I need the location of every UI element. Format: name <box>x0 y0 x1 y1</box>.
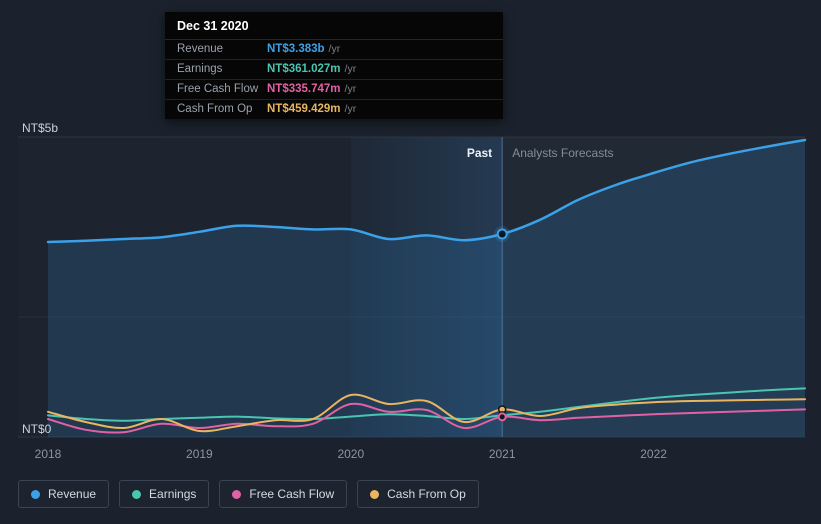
tooltip-metric-value: NT$361.027m <box>267 63 341 75</box>
cash-from-op-dot-icon <box>370 489 380 499</box>
tooltip-date: Dec 31 2020 <box>165 12 503 40</box>
past-label: Past <box>466 146 493 160</box>
tooltip-metric-unit: /yr <box>344 103 357 115</box>
app-root: NT$5b NT$0 Past Analysts Forecasts 2018 2… <box>0 0 821 524</box>
tooltip-rows: Revenue NT$3.383b/yr Earnings NT$361.027m/y… <box>165 40 503 119</box>
tooltip-row-revenue: Revenue NT$3.383b/yr <box>165 40 503 60</box>
free-cash-flow-marker[interactable] <box>497 412 507 422</box>
legend-label: Free Cash Flow <box>249 487 335 501</box>
tooltip-row-free-cash-flow: Free Cash Flow NT$335.747m/yr <box>165 80 503 100</box>
x-tick-2022: 2022 <box>640 447 667 461</box>
tooltip-metric-value: NT$335.747m <box>267 83 341 95</box>
x-tick-2019: 2019 <box>186 447 213 461</box>
tooltip-metric-unit: /yr <box>344 63 357 75</box>
x-tick-2020: 2020 <box>337 447 365 461</box>
legend-item-cash-from-op[interactable]: Cash From Op <box>357 480 479 508</box>
tooltip-row-cash-from-op: Cash From Op NT$459.429m/yr <box>165 100 503 119</box>
x-tick-2018: 2018 <box>34 447 62 461</box>
chart-legend: Revenue Earnings Free Cash Flow Cash From O… <box>18 480 479 508</box>
tooltip-metric-value: NT$3.383b <box>267 43 325 55</box>
y-axis-label-top: NT$5b <box>22 121 59 135</box>
forecast-label: Analysts Forecasts <box>512 146 614 160</box>
tooltip-row-earnings: Earnings NT$361.027m/yr <box>165 60 503 80</box>
free-cash-flow-dot-icon <box>232 489 242 499</box>
tooltip-metric-label: Free Cash Flow <box>177 83 259 95</box>
tooltip-metric-unit: /yr <box>328 43 341 55</box>
earnings-dot-icon <box>132 489 142 499</box>
legend-label: Cash From Op <box>387 487 466 501</box>
tooltip-metric-label: Revenue <box>177 43 224 55</box>
tooltip-metric-value: NT$459.429m <box>267 103 341 115</box>
legend-label: Revenue <box>48 487 97 501</box>
legend-item-revenue[interactable]: Revenue <box>18 480 110 508</box>
tooltip-metric-label: Earnings <box>177 63 223 75</box>
chart-tooltip: Dec 31 2020 Revenue NT$3.383b/yr Earnings N… <box>165 12 503 119</box>
x-tick-2021: 2021 <box>488 447 516 461</box>
legend-label: Earnings <box>149 487 197 501</box>
legend-item-earnings[interactable]: Earnings <box>119 480 210 508</box>
revenue-dot-icon <box>31 489 40 499</box>
y-axis-label-bottom: NT$0 <box>22 422 52 436</box>
tooltip-metric-label: Cash From Op <box>177 103 253 115</box>
revenue-marker[interactable] <box>496 228 508 240</box>
tooltip-metric-unit: /yr <box>344 83 357 95</box>
legend-item-free-cash-flow[interactable]: Free Cash Flow <box>219 480 348 508</box>
